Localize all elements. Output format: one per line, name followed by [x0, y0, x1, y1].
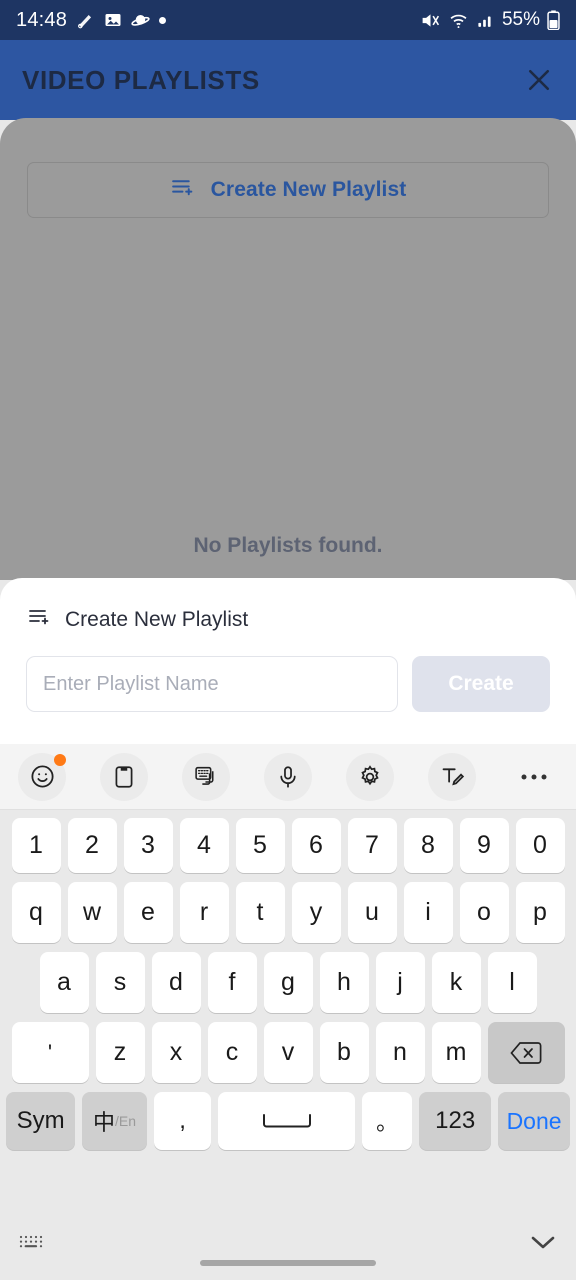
- key-language-sub: En: [118, 1113, 137, 1129]
- key-q[interactable]: q: [11, 882, 61, 943]
- key-a[interactable]: a: [39, 952, 89, 1013]
- emoji-badge-dot: [54, 753, 66, 766]
- key-0[interactable]: 0: [515, 818, 565, 873]
- key-1[interactable]: 1: [11, 818, 61, 873]
- key-l[interactable]: l: [487, 952, 537, 1013]
- clipboard-icon[interactable]: [100, 752, 148, 801]
- microphone-icon[interactable]: [264, 752, 312, 801]
- key-u[interactable]: u: [347, 882, 397, 943]
- keyboard-row-numbers: 1 2 3 4 5 6 7 8 9 0: [6, 818, 570, 873]
- page-title: VIDEO PLAYLISTS: [22, 64, 260, 95]
- emoji-icon[interactable]: [18, 752, 66, 801]
- sheet-heading: Create New Playlist: [0, 578, 576, 634]
- create-new-playlist-button[interactable]: Create New Playlist: [27, 162, 549, 218]
- key-r[interactable]: r: [179, 882, 229, 943]
- key-period[interactable]: 。: [361, 1092, 413, 1150]
- playlist-add-icon: [170, 175, 195, 205]
- key-9[interactable]: 9: [459, 818, 509, 873]
- translate-keyboard-icon[interactable]: [182, 752, 230, 801]
- key-y[interactable]: y: [291, 882, 341, 943]
- keyboard-row-bottom: ' z x c v b n m: [6, 1022, 570, 1083]
- key-e[interactable]: e: [123, 882, 173, 943]
- key-done[interactable]: Done: [498, 1092, 570, 1150]
- status-time: 14:48: [16, 8, 68, 31]
- status-bar-left: 14:48: [16, 8, 167, 32]
- app-header: VIDEO PLAYLISTS: [0, 40, 576, 120]
- saturn-icon: [131, 11, 150, 30]
- key-k[interactable]: k: [431, 952, 481, 1013]
- key-8[interactable]: 8: [403, 818, 453, 873]
- phone-screen: 14:48 55% VIDEO PLAYLISTS Create New Pla…: [0, 0, 576, 1280]
- key-6[interactable]: 6: [291, 818, 341, 873]
- keyboard-rows: 1 2 3 4 5 6 7 8 9 0 q w e r t y u i o p …: [0, 810, 576, 1150]
- chevron-down-icon[interactable]: [528, 1232, 558, 1257]
- dot-indicator-icon: [159, 16, 167, 24]
- keyboard-row-home: a s d f g h j k l: [6, 952, 570, 1013]
- silent-mode-icon: [76, 11, 95, 30]
- close-icon[interactable]: [524, 65, 554, 95]
- key-2[interactable]: 2: [67, 818, 117, 873]
- home-indicator: [200, 1260, 376, 1266]
- playlists-panel: Create New Playlist No Playlists found.: [0, 118, 576, 580]
- image-icon: [104, 11, 122, 29]
- key-3[interactable]: 3: [123, 818, 173, 873]
- battery-icon: [547, 10, 560, 30]
- key-g[interactable]: g: [263, 952, 313, 1013]
- key-t[interactable]: t: [235, 882, 285, 943]
- key-v[interactable]: v: [263, 1022, 313, 1083]
- key-d[interactable]: d: [151, 952, 201, 1013]
- create-playlist-sheet: Create New Playlist Create: [0, 578, 576, 744]
- key-o[interactable]: o: [459, 882, 509, 943]
- gear-icon[interactable]: [346, 752, 394, 801]
- wifi-icon: [448, 10, 469, 31]
- key-i[interactable]: i: [403, 882, 453, 943]
- key-p[interactable]: p: [515, 882, 565, 943]
- keyboard-row-functions: Sym 中 / En , 。 123 Done: [6, 1092, 570, 1150]
- keyboard-toolbar: [0, 744, 576, 810]
- sheet-input-row: Create: [0, 634, 576, 712]
- signal-icon: [476, 11, 495, 30]
- create-new-playlist-label: Create New Playlist: [210, 178, 407, 201]
- key-n[interactable]: n: [375, 1022, 425, 1083]
- mute-icon: [420, 10, 441, 31]
- status-bar: 14:48 55%: [0, 0, 576, 40]
- key-s[interactable]: s: [95, 952, 145, 1013]
- key-5[interactable]: 5: [235, 818, 285, 873]
- key-language-main: 中: [93, 1110, 116, 1135]
- keyboard-dots-icon[interactable]: [18, 1233, 44, 1256]
- key-c[interactable]: c: [207, 1022, 257, 1083]
- status-bar-right: 55%: [420, 9, 560, 31]
- key-4[interactable]: 4: [179, 818, 229, 873]
- key-h[interactable]: h: [319, 952, 369, 1013]
- sheet-heading-label: Create New Playlist: [65, 607, 249, 631]
- playlist-name-input[interactable]: [26, 656, 398, 712]
- key-space[interactable]: [218, 1092, 355, 1150]
- handwriting-icon[interactable]: [428, 752, 476, 801]
- keyboard-row-qwerty: q w e r t y u i o p: [6, 882, 570, 943]
- empty-state-message: No Playlists found.: [193, 534, 383, 557]
- more-options-icon[interactable]: [510, 753, 558, 801]
- create-playlist-submit-button[interactable]: Create: [412, 656, 550, 712]
- on-screen-keyboard: 1 2 3 4 5 6 7 8 9 0 q w e r t y u i o p …: [0, 744, 576, 1280]
- key-comma[interactable]: ,: [153, 1092, 212, 1150]
- key-symbols[interactable]: Sym: [6, 1092, 76, 1150]
- key-apostrophe[interactable]: ': [11, 1022, 89, 1083]
- key-x[interactable]: x: [151, 1022, 201, 1083]
- key-z[interactable]: z: [95, 1022, 145, 1083]
- key-j[interactable]: j: [375, 952, 425, 1013]
- key-numeric-layout[interactable]: 123: [419, 1092, 492, 1150]
- backspace-icon[interactable]: [487, 1022, 565, 1083]
- key-w[interactable]: w: [67, 882, 117, 943]
- key-language-switch[interactable]: 中 / En: [82, 1092, 147, 1150]
- battery-percent: 55%: [501, 9, 540, 30]
- key-b[interactable]: b: [319, 1022, 369, 1083]
- key-f[interactable]: f: [207, 952, 257, 1013]
- key-7[interactable]: 7: [347, 818, 397, 873]
- keyboard-footer: [0, 1208, 576, 1280]
- key-m[interactable]: m: [431, 1022, 481, 1083]
- playlist-add-icon: [27, 605, 51, 634]
